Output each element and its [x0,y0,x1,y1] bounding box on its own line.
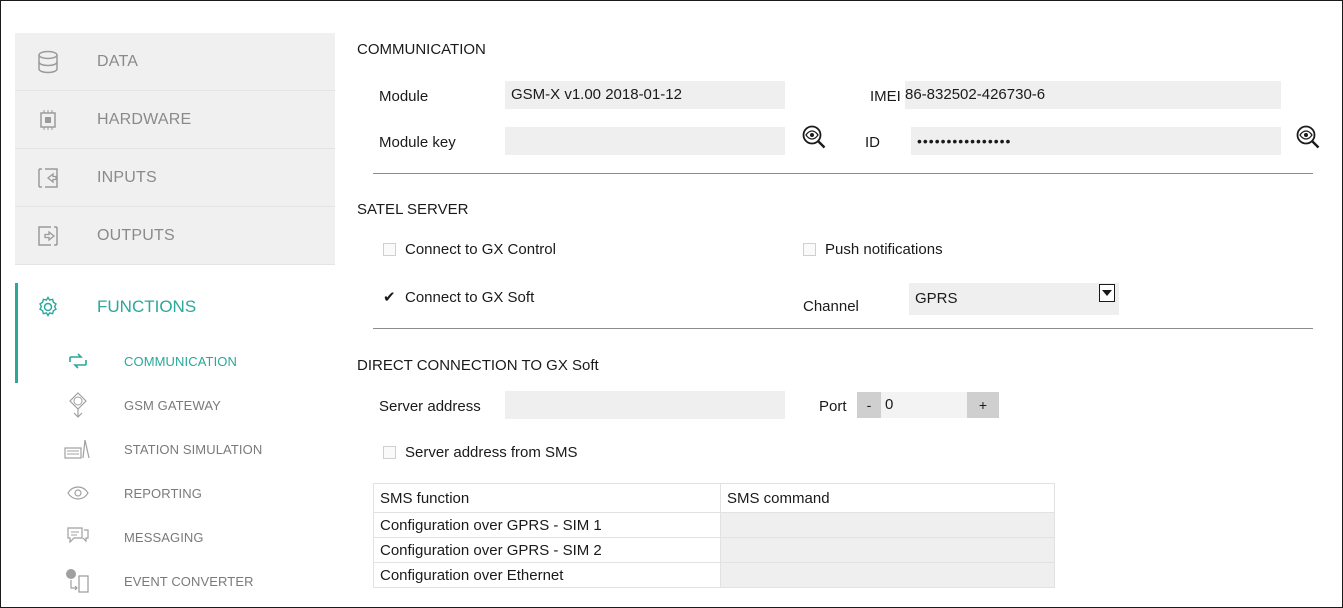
column-header-sms-function: SMS function [373,483,721,513]
message-icon [63,526,93,548]
eye-icon [63,485,93,501]
sidebar-subitem-label: GSM GATEWAY [124,397,221,413]
sidebar-item-outputs[interactable]: OUTPUTS [15,207,335,265]
sms-command-cell[interactable] [720,537,1055,563]
gsm-gateway-icon [63,391,93,419]
module-label: Module [379,88,429,105]
port-increment-button[interactable]: + [967,392,999,418]
input-icon [37,166,79,190]
sidebar-subitem-reporting[interactable]: REPORTING [15,471,335,515]
server-address-field[interactable] [505,391,785,419]
sidebar-item-label: HARDWARE [97,110,192,128]
table-row: Configuration over GPRS - SIM 1 [373,512,1055,538]
sidebar: DATA HARDWARE INPUTS OUTPUTS FUNCTIONS C… [15,33,335,607]
module-field: GSM-X v1.00 2018-01-12 [505,81,785,109]
output-icon [37,224,79,248]
id-field[interactable]: •••••••••••••••• [911,127,1281,155]
connect-gx-control-checkbox[interactable]: Connect to GX Control [383,241,556,258]
sms-command-cell[interactable] [720,512,1055,538]
imei-field: 86-832502-426730-6 [905,81,1281,109]
checkbox-box[interactable] [383,243,396,256]
app-frame: DATA HARDWARE INPUTS OUTPUTS FUNCTIONS C… [0,0,1343,608]
table-row: Configuration over GPRS - SIM 2 [373,537,1055,563]
table-row: Configuration over Ethernet [373,562,1055,588]
port-decrement-button[interactable]: - [857,392,881,418]
imei-label: IMEI [870,88,901,105]
checkmark-icon[interactable]: ✔ [383,290,396,305]
divider [373,328,1313,329]
chevron-down-icon [1102,290,1112,296]
sidebar-subitem-communication[interactable]: COMMUNICATION [15,339,335,383]
sidebar-item-label: DATA [97,52,139,70]
sidebar-item-hardware[interactable]: HARDWARE [15,91,335,149]
sidebar-subitem-messaging[interactable]: MESSAGING [15,515,335,559]
communication-section-title: COMMUNICATION [357,41,486,58]
server-address-from-sms-checkbox[interactable]: Server address from SMS [383,444,578,461]
module-key-field[interactable] [505,127,785,155]
channel-dropdown-button[interactable] [1099,284,1115,302]
sidebar-subitem-label: COMMUNICATION [124,353,237,369]
checkbox-label: Connect to GX Control [405,241,556,258]
show-module-key-icon[interactable] [801,124,827,150]
sms-table: SMS function SMS command Configuration o… [373,483,1055,588]
sms-function-cell: Configuration over GPRS - SIM 1 [373,512,721,538]
sidebar-item-data[interactable]: DATA [15,33,335,91]
server-address-label: Server address [379,398,481,415]
sms-function-cell: Configuration over Ethernet [373,562,721,588]
checkbox-box[interactable] [803,243,816,256]
connect-gx-soft-checkbox[interactable]: ✔ Connect to GX Soft [383,289,534,306]
sidebar-item-inputs[interactable]: INPUTS [15,149,335,207]
direct-connection-section-title: DIRECT CONNECTION TO GX Soft [357,357,599,374]
checkbox-box[interactable] [383,446,396,459]
sidebar-subitem-label: MESSAGING [124,529,204,545]
communication-icon [63,351,93,371]
sidebar-item-label: OUTPUTS [97,226,175,244]
sidebar-item-label: INPUTS [97,168,157,186]
port-label: Port [819,398,847,415]
table-header-row: SMS function SMS command [373,483,1055,513]
port-field[interactable]: 0 [881,392,967,418]
database-icon [37,50,79,74]
sidebar-item-label: FUNCTIONS [97,297,197,316]
sidebar-subitem-label: REPORTING [124,485,202,501]
sidebar-subitem-gsm-gateway[interactable]: GSM GATEWAY [15,383,335,427]
sidebar-subitem-event-converter[interactable]: EVENT CONVERTER [15,559,335,603]
station-icon [63,438,93,460]
sidebar-subitem-station-simulation[interactable]: STATION SIMULATION [15,427,335,471]
channel-label: Channel [803,298,859,315]
push-notifications-checkbox[interactable]: Push notifications [803,241,943,258]
chip-icon [37,108,79,132]
sms-command-cell[interactable] [720,562,1055,588]
show-id-icon[interactable] [1295,124,1321,150]
divider [373,173,1313,174]
converter-icon [63,568,93,594]
gear-icon [37,296,59,318]
id-label: ID [865,134,880,151]
sidebar-subitem-label: EVENT CONVERTER [124,573,254,589]
checkbox-label: Push notifications [825,241,943,258]
satel-section-title: SATEL SERVER [357,201,469,218]
channel-select[interactable]: GPRS [909,283,1119,315]
checkbox-label: Connect to GX Soft [405,289,535,306]
checkbox-label: Server address from SMS [405,444,578,461]
sidebar-subitem-label: STATION SIMULATION [124,441,263,457]
sms-function-cell: Configuration over GPRS - SIM 2 [373,537,721,563]
column-header-sms-command: SMS command [720,483,1055,513]
module-key-label: Module key [379,134,456,151]
main-panel: COMMUNICATION Module GSM-X v1.00 2018-01… [357,1,1342,607]
